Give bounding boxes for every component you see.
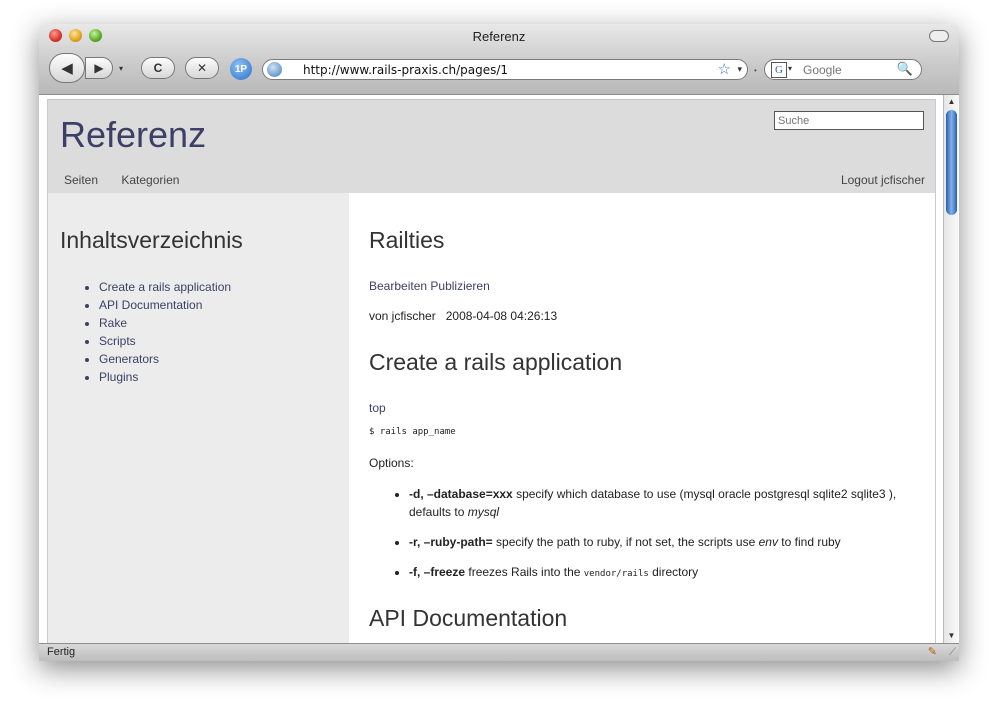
status-text: Fertig xyxy=(47,646,76,658)
option-em: mysql xyxy=(467,505,500,519)
option-flag: -f, –freeze xyxy=(409,565,466,579)
forward-arrow-icon: ▶ xyxy=(94,61,104,75)
forward-button[interactable]: ▶ xyxy=(85,57,113,79)
byline: von jcfischer 2008-04-08 04:26:13 xyxy=(369,309,557,323)
nav-item-seiten[interactable]: Seiten xyxy=(64,173,98,187)
options-label: Options: xyxy=(369,456,414,470)
toc-item[interactable]: API Documentation xyxy=(99,296,231,314)
option-tail: directory xyxy=(648,565,699,579)
url-text[interactable]: http://www.rails-praxis.ch/pages/1 xyxy=(303,63,508,77)
toc-item[interactable]: Create a rails application xyxy=(99,278,231,296)
toc-item[interactable]: Rake xyxy=(99,314,231,332)
toc-list: Create a rails application API Documenta… xyxy=(85,278,231,386)
window-title: Referenz xyxy=(472,29,526,44)
option-em: env xyxy=(758,535,778,549)
reload-button[interactable]: C xyxy=(141,57,175,79)
scrollbar-thumb[interactable] xyxy=(946,110,957,215)
option-flag: -r, –ruby-path= xyxy=(409,535,493,549)
publish-link[interactable]: Publizieren xyxy=(430,279,489,293)
scroll-up-arrow-icon[interactable]: ▲ xyxy=(944,95,959,109)
toc-heading: Inhaltsverzeichnis xyxy=(60,227,243,253)
toolbar-toggle-button[interactable] xyxy=(929,30,949,42)
code-snippet: $ rails app_name xyxy=(369,427,456,437)
page-title: Railties xyxy=(369,227,445,253)
toc-item[interactable]: Plugins xyxy=(99,368,231,386)
option-tail: to find ruby xyxy=(777,535,841,549)
option-text: freezes Rails into the xyxy=(465,565,584,579)
browser-toolbar: Referenz ◀ ▶ ▾ C ✕ 1P http://www.rails-p… xyxy=(39,24,959,95)
browser-search-input[interactable] xyxy=(801,62,900,78)
options-list: -d, –database=xxx specify which database… xyxy=(395,485,939,595)
address-bar[interactable]: http://www.rails-praxis.ch/pages/1 ☆ ▾ xyxy=(262,59,748,80)
site-search-input[interactable] xyxy=(774,111,924,130)
url-dropdown-icon[interactable]: ▾ xyxy=(737,64,742,75)
toolbar-separator: • xyxy=(754,66,757,75)
option-flag: -d, –database=xxx xyxy=(409,487,513,501)
search-engine-dropdown-icon[interactable]: ▾ xyxy=(788,64,792,73)
back-arrow-icon: ◀ xyxy=(61,60,73,77)
resize-grip-icon[interactable]: ⟋ xyxy=(949,647,956,658)
status-activity-icon: ✎ xyxy=(927,646,937,658)
top-link[interactable]: top xyxy=(369,401,386,415)
site-globe-icon xyxy=(267,62,282,77)
magnifier-icon[interactable]: 🔍 xyxy=(897,61,913,77)
back-button[interactable]: ◀ xyxy=(49,53,85,83)
reload-icon: C xyxy=(153,61,163,75)
section-heading-create-app: Create a rails application xyxy=(369,349,623,375)
nav-item-kategorien[interactable]: Kategorien xyxy=(121,173,179,187)
site-header: Referenz Seiten Kategorien Logout jcfisc… xyxy=(48,100,935,193)
site-nav: Seiten Kategorien xyxy=(64,173,199,187)
web-content: Referenz Seiten Kategorien Logout jcfisc… xyxy=(39,95,943,643)
onepassword-button[interactable]: 1P xyxy=(230,58,252,80)
option-text: specify the path to ruby, if not set, th… xyxy=(492,535,759,549)
section-heading-api-docs: API Documentation xyxy=(369,605,568,631)
logout-link[interactable]: Logout jcfischer xyxy=(841,173,925,187)
byline-date: 2008-04-08 04:26:13 xyxy=(445,309,558,323)
option-item: -r, –ruby-path= specify the path to ruby… xyxy=(409,533,939,551)
history-dropdown-icon[interactable]: ▾ xyxy=(119,64,123,73)
toc-item[interactable]: Scripts xyxy=(99,332,231,350)
scroll-down-arrow-icon[interactable]: ▼ xyxy=(944,629,959,643)
byline-author: von jcfischer xyxy=(369,309,436,323)
page-container: Referenz Seiten Kategorien Logout jcfisc… xyxy=(47,99,936,643)
sidebar: Inhaltsverzeichnis Create a rails applic… xyxy=(48,193,349,643)
stop-icon: ✕ xyxy=(196,61,208,75)
bookmark-star-icon[interactable]: ☆ xyxy=(718,60,731,78)
edit-links: Bearbeiten Publizieren xyxy=(369,279,490,293)
toc-item[interactable]: Generators xyxy=(99,350,231,368)
option-item: -d, –database=xxx specify which database… xyxy=(409,485,939,521)
option-code: vendor/rails xyxy=(583,569,649,579)
browser-search-box[interactable]: G ▾ 🔍 xyxy=(764,59,922,80)
browser-window: Referenz ◀ ▶ ▾ C ✕ 1P http://www.rails-p… xyxy=(39,24,959,661)
status-bar: Fertig ✎ ⟋ xyxy=(39,643,959,661)
stop-button[interactable]: ✕ xyxy=(185,57,219,79)
edit-link[interactable]: Bearbeiten xyxy=(369,279,427,293)
main-content: Railties Bearbeiten Publizieren von jcfi… xyxy=(369,193,929,643)
option-item: -f, –freeze freezes Rails into the vendo… xyxy=(409,563,939,583)
site-title[interactable]: Referenz xyxy=(60,114,206,156)
vertical-scrollbar[interactable]: ▲ ▼ xyxy=(943,95,959,643)
google-icon[interactable]: G xyxy=(771,62,787,78)
